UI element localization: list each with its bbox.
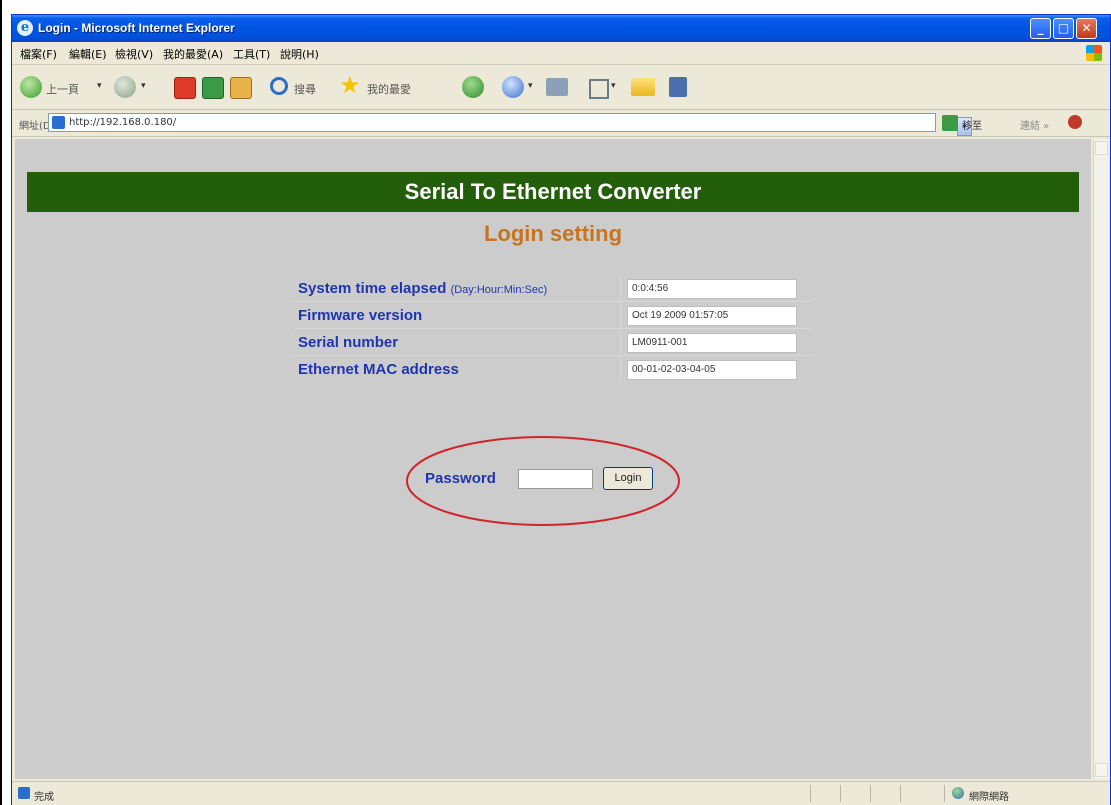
login-area: Password Login: [403, 435, 683, 531]
firmware-version-value: Oct 19 2009 01:57:05: [627, 306, 797, 326]
edit-dropdown-icon[interactable]: ▾: [611, 81, 616, 91]
outer-border: [0, 0, 2, 805]
address-url[interactable]: http://192.168.0.180/: [69, 117, 176, 128]
status-divider: [810, 785, 811, 802]
mail-dropdown-icon[interactable]: ▾: [528, 81, 533, 91]
close-button[interactable]: ✕: [1076, 18, 1097, 39]
page-heading: Login setting: [483, 221, 623, 246]
menu-bar: 檔案(F) 編輯(E) 檢視(V) 我的最愛(A) 工具(T) 說明(H): [12, 42, 1110, 65]
minimize-button[interactable]: _: [1030, 18, 1051, 39]
menu-view[interactable]: 檢視(V): [115, 46, 153, 62]
table-row: Firmware version Oct 19 2009 01:57:05: [294, 302, 812, 329]
page-banner: Serial To Ethernet Converter: [27, 172, 1079, 212]
forward-arrow-icon[interactable]: [114, 76, 136, 98]
page-icon: [52, 116, 65, 129]
device-info-table: System time elapsed (Day:Hour:Min:Sec) 0…: [294, 275, 812, 383]
scroll-up-button[interactable]: [1095, 141, 1108, 155]
forward-dropdown-icon[interactable]: ▾: [141, 81, 146, 91]
go-arrow-icon[interactable]: [942, 115, 958, 131]
standard-toolbar: 上一頁 ▾ ▾ 搜尋 ★ 我的最愛 ▾ ▾: [12, 65, 1110, 110]
status-bar: 完成 網際網路: [12, 781, 1110, 805]
address-bar: 網址(D) http://192.168.0.180/ ▾ 移至 連結 »: [12, 110, 1110, 137]
vertical-scrollbar[interactable]: [1093, 139, 1109, 779]
page-viewport: Serial To Ethernet Converter Login setti…: [15, 139, 1091, 779]
back-dropdown-icon[interactable]: ▾: [97, 81, 102, 91]
serial-number-label: Serial number: [298, 334, 399, 351]
system-time-label: System time elapsed (Day:Hour:Min:Sec): [298, 280, 547, 297]
table-row: Serial number LM0911-001: [294, 329, 812, 356]
links-icon[interactable]: [1068, 115, 1082, 129]
login-button[interactable]: Login: [603, 467, 653, 490]
table-row: System time elapsed (Day:Hour:Min:Sec) 0…: [294, 275, 812, 302]
search-icon[interactable]: [270, 77, 288, 95]
serial-number-value: LM0911-001: [627, 333, 797, 353]
password-label: Password: [425, 470, 496, 487]
system-time-label-text: System time elapsed: [298, 280, 447, 297]
messenger-icon[interactable]: [669, 77, 687, 97]
browser-window: e Login - Microsoft Internet Explorer _ …: [11, 14, 1111, 805]
print-icon[interactable]: [546, 78, 568, 96]
mac-address-label: Ethernet MAC address: [298, 361, 459, 378]
home-icon[interactable]: [230, 77, 252, 99]
maximize-button[interactable]: □: [1053, 18, 1074, 39]
back-button-label[interactable]: 上一頁: [46, 81, 79, 97]
stop-icon[interactable]: [174, 77, 196, 99]
favorites-star-icon[interactable]: ★: [339, 73, 361, 97]
edit-icon[interactable]: [589, 79, 609, 99]
security-zone-label: 網際網路: [969, 792, 1009, 803]
refresh-icon[interactable]: [202, 77, 224, 99]
status-divider: [870, 785, 871, 802]
internet-zone-icon: [952, 787, 964, 799]
table-row: Ethernet MAC address 00-01-02-03-04-05: [294, 356, 812, 383]
mail-icon[interactable]: [502, 76, 524, 98]
go-button-label[interactable]: 移至: [962, 117, 982, 132]
menu-edit[interactable]: 編輯(E): [69, 46, 107, 62]
menu-tools[interactable]: 工具(T): [233, 46, 270, 62]
system-time-unit-label: (Day:Hour:Min:Sec): [450, 284, 548, 296]
status-divider: [840, 785, 841, 802]
password-input[interactable]: [518, 469, 593, 489]
window-title: Login - Microsoft Internet Explorer: [38, 21, 235, 35]
title-bar[interactable]: e Login - Microsoft Internet Explorer _ …: [12, 15, 1110, 42]
status-text: 完成: [34, 792, 54, 803]
search-button-label[interactable]: 搜尋: [294, 81, 316, 97]
menu-help[interactable]: 說明(H): [280, 46, 319, 62]
ie-logo-icon: e: [17, 20, 33, 36]
folder-icon[interactable]: [631, 78, 655, 96]
favorites-button-label[interactable]: 我的最愛: [367, 81, 411, 97]
mac-address-value: 00-01-02-03-04-05: [627, 360, 797, 380]
links-label[interactable]: 連結 »: [1020, 117, 1049, 132]
scroll-down-button[interactable]: [1095, 763, 1108, 777]
page-done-icon: [18, 787, 30, 799]
back-arrow-icon[interactable]: [20, 76, 42, 98]
address-input[interactable]: http://192.168.0.180/ ▾: [48, 113, 972, 136]
status-divider: [944, 785, 945, 802]
menu-file[interactable]: 檔案(F): [20, 46, 57, 62]
media-icon[interactable]: [462, 76, 484, 98]
system-time-value: 0:0:4:56: [627, 279, 797, 299]
screenshot-frame: e Login - Microsoft Internet Explorer _ …: [0, 0, 1111, 805]
windows-logo-icon: [1086, 45, 1102, 61]
firmware-version-label: Firmware version: [298, 307, 423, 324]
status-divider: [900, 785, 901, 802]
menu-favorites[interactable]: 我的最愛(A): [163, 46, 223, 62]
